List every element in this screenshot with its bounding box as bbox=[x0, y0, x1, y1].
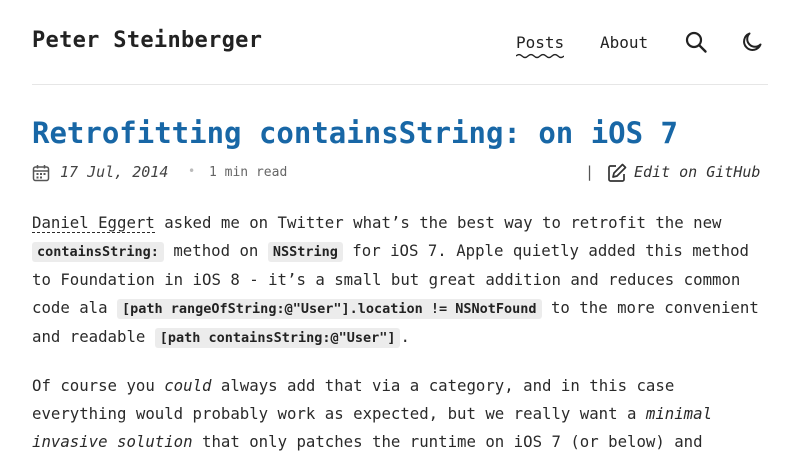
paragraph: Of course you could always add that via … bbox=[32, 372, 772, 456]
meta-separator: • bbox=[188, 164, 196, 178]
nav-about-link[interactable]: About bbox=[600, 33, 648, 52]
text: that only patches the runtime on iOS 7 (… bbox=[192, 432, 703, 451]
read-time: 1 min read bbox=[209, 165, 288, 180]
edit-icon[interactable] bbox=[606, 162, 628, 184]
moon-icon[interactable] bbox=[740, 30, 764, 54]
paragraph: Daniel Eggert asked me on Twitter what’s… bbox=[32, 209, 772, 352]
nav-posts-link[interactable]: Posts bbox=[516, 33, 565, 59]
text: . bbox=[400, 327, 410, 346]
emphasis: could bbox=[164, 376, 212, 395]
post-content: Daniel Eggert asked me on Twitter what’s… bbox=[32, 209, 772, 476]
inline-code: containsString: bbox=[32, 242, 164, 262]
meta-divider: | bbox=[585, 163, 595, 181]
search-icon[interactable] bbox=[684, 30, 708, 54]
calendar-icon bbox=[32, 165, 50, 182]
text: method on bbox=[163, 241, 268, 260]
inline-code: [path rangeOfString:@"User"].location !=… bbox=[117, 299, 542, 319]
edit-on-github-link[interactable]: Edit on GitHub bbox=[634, 163, 760, 181]
text: asked me on Twitter what’s the best way … bbox=[154, 213, 722, 232]
inline-code: [path containsString:@"User"] bbox=[154, 328, 401, 348]
site-title[interactable]: Peter Steinberger bbox=[32, 28, 262, 53]
inline-code: NSString bbox=[267, 242, 343, 262]
nav-posts-label: Posts bbox=[516, 33, 565, 52]
post-meta: 17 Jul, 2014 • 1 min read | Edit on GitH… bbox=[32, 162, 768, 184]
author-link[interactable]: Daniel Eggert bbox=[32, 213, 155, 233]
post-date: 17 Jul, 2014 bbox=[60, 163, 169, 181]
text: Of course you bbox=[32, 376, 165, 395]
site-header: Peter Steinberger Posts About bbox=[32, 0, 768, 85]
post-title: Retrofitting containsString: on iOS 7 bbox=[32, 116, 679, 150]
wavy-underline-icon bbox=[516, 53, 564, 59]
